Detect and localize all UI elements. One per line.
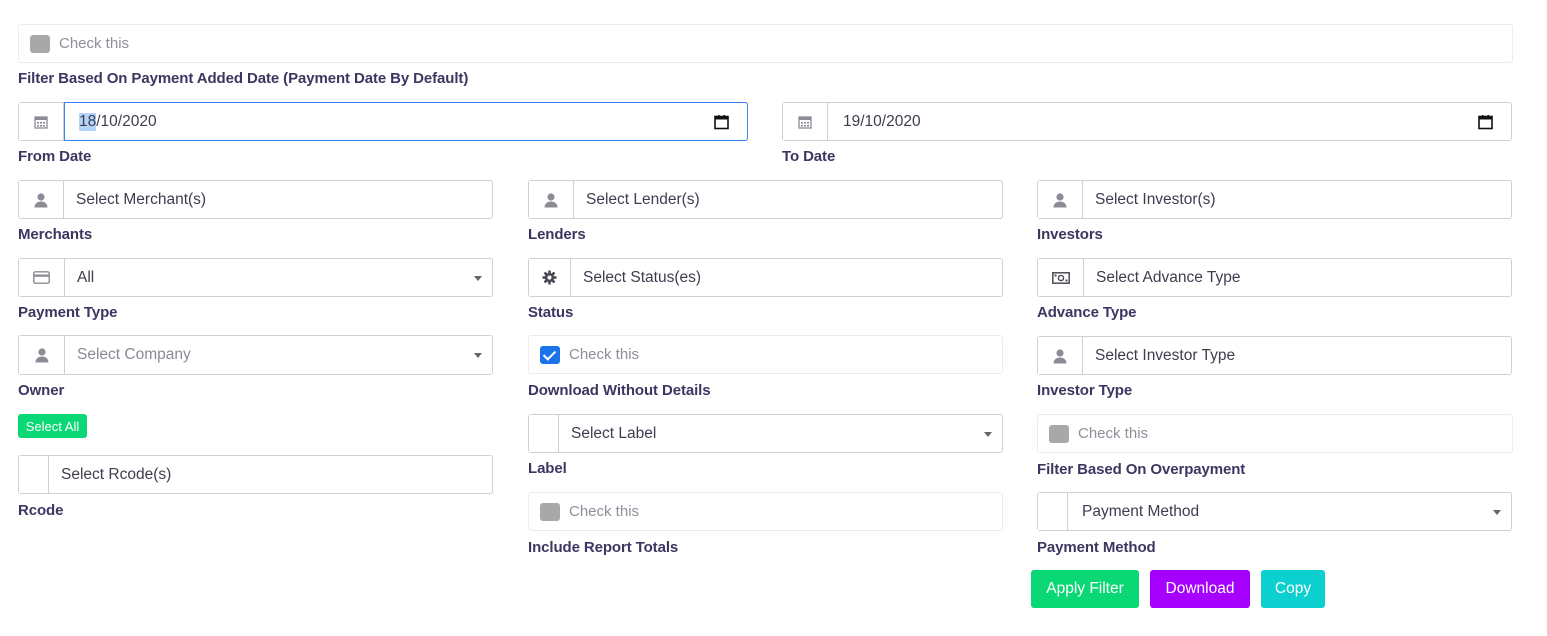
from-date-day: 18 xyxy=(79,112,97,131)
merchants-placeholder: Select Merchant(s) xyxy=(76,190,207,208)
credit-card-icon xyxy=(19,259,65,296)
status-label: Status xyxy=(528,304,574,321)
user-icon xyxy=(19,181,64,218)
advance-type-select[interactable]: Select Advance Type xyxy=(1037,258,1512,297)
to-date-input[interactable]: 19/10/2020 xyxy=(828,103,1511,140)
rcode-placeholder: Select Rcode(s) xyxy=(61,465,172,483)
rcode-select[interactable]: Select Rcode(s) xyxy=(18,455,493,494)
advance-type-label: Advance Type xyxy=(1037,304,1137,321)
to-date-picker-icon[interactable] xyxy=(1478,114,1493,129)
checkbox-checked-icon[interactable] xyxy=(540,345,560,364)
to-date-value: 19/10/2020 xyxy=(843,112,921,130)
from-date-rest: /10/2020 xyxy=(96,112,157,130)
overpayment-check[interactable]: Check this xyxy=(1037,414,1513,453)
investors-select[interactable]: Select Investor(s) xyxy=(1037,180,1512,219)
download-without-details-check[interactable]: Check this xyxy=(528,335,1003,374)
investors-label: Investors xyxy=(1037,226,1103,243)
report-totals-label: Include Report Totals xyxy=(528,539,679,556)
download-without-details-label: Download Without Details xyxy=(528,382,711,399)
top-check-row[interactable]: Check this xyxy=(18,24,1513,63)
owner-placeholder: Select Company xyxy=(77,346,191,363)
overpayment-checkbox[interactable] xyxy=(1049,424,1069,443)
from-date-group: 18/10/2020 xyxy=(18,102,748,141)
owner-label: Owner xyxy=(18,382,65,399)
download-button[interactable]: Download xyxy=(1150,570,1250,608)
top-checkbox[interactable] xyxy=(30,34,50,53)
payment-type-text: All xyxy=(77,268,95,286)
calendar-icon xyxy=(783,103,828,140)
money-icon xyxy=(1038,259,1084,296)
status-select[interactable]: Select Status(es) xyxy=(528,258,1003,297)
to-date-group: 19/10/2020 xyxy=(782,102,1512,141)
chevron-down-icon xyxy=(1493,509,1501,515)
payment-method-placeholder: Payment Method xyxy=(1082,502,1200,520)
label-label: Label xyxy=(528,460,567,477)
rcode-addon xyxy=(19,456,49,493)
lenders-select[interactable]: Select Lender(s) xyxy=(528,180,1003,219)
overpayment-label: Filter Based On Overpayment xyxy=(1037,461,1246,478)
investor-type-placeholder: Select Investor Type xyxy=(1095,346,1236,364)
label-addon xyxy=(529,415,559,452)
lenders-placeholder: Select Lender(s) xyxy=(586,190,700,208)
merchants-label: Merchants xyxy=(18,226,93,243)
copy-button[interactable]: Copy xyxy=(1261,570,1325,608)
gear-icon xyxy=(529,259,571,296)
payment-method-field: Payment Method xyxy=(1068,493,1511,530)
payment-type-label: Payment Type xyxy=(18,304,118,321)
report-totals-check[interactable]: Check this xyxy=(528,492,1003,531)
overpayment-check-label: Check this xyxy=(1078,425,1149,442)
download-without-details-check-label: Check this xyxy=(569,346,640,363)
apply-filter-button[interactable]: Apply Filter xyxy=(1031,570,1139,608)
report-totals-check-label: Check this xyxy=(569,503,640,520)
from-date-input[interactable]: 18/10/2020 xyxy=(64,102,748,141)
user-icon xyxy=(19,336,65,374)
chevron-down-icon xyxy=(984,431,992,437)
payment-method-select[interactable]: Payment Method xyxy=(1037,492,1512,531)
report-totals-checkbox[interactable] xyxy=(540,502,560,521)
from-date-label: From Date xyxy=(18,148,92,165)
lenders-label: Lenders xyxy=(528,226,586,243)
chevron-down-icon xyxy=(474,275,482,281)
payment-type-value: All xyxy=(65,259,492,296)
status-placeholder: Select Status(es) xyxy=(583,268,702,286)
label-select[interactable]: Select Label xyxy=(528,414,1003,453)
date-filter-heading: Filter Based On Payment Added Date (Paym… xyxy=(18,70,469,87)
payment-type-select[interactable]: All xyxy=(18,258,493,297)
user-icon xyxy=(1038,181,1083,218)
merchants-select[interactable]: Select Merchant(s) xyxy=(18,180,493,219)
user-icon xyxy=(1038,337,1083,374)
select-all-button[interactable]: Select All xyxy=(18,414,87,438)
investor-type-label: Investor Type xyxy=(1037,382,1133,399)
to-date-label: To Date xyxy=(782,148,836,165)
calendar-icon xyxy=(19,103,64,140)
investors-placeholder: Select Investor(s) xyxy=(1095,190,1216,208)
label-placeholder: Select Label xyxy=(571,424,657,442)
owner-select[interactable]: Select Company xyxy=(18,335,493,375)
advance-type-placeholder: Select Advance Type xyxy=(1096,268,1241,286)
top-check-label: Check this xyxy=(59,35,130,52)
payment-method-addon xyxy=(1038,493,1068,530)
from-date-picker-icon[interactable] xyxy=(714,114,729,129)
chevron-down-icon xyxy=(474,353,482,358)
label-field: Select Label xyxy=(559,415,1002,452)
rcode-label: Rcode xyxy=(18,502,64,519)
owner-field: Select Company xyxy=(65,336,492,374)
user-icon xyxy=(529,181,574,218)
investor-type-select[interactable]: Select Investor Type xyxy=(1037,336,1512,375)
payment-method-label: Payment Method xyxy=(1037,539,1156,556)
